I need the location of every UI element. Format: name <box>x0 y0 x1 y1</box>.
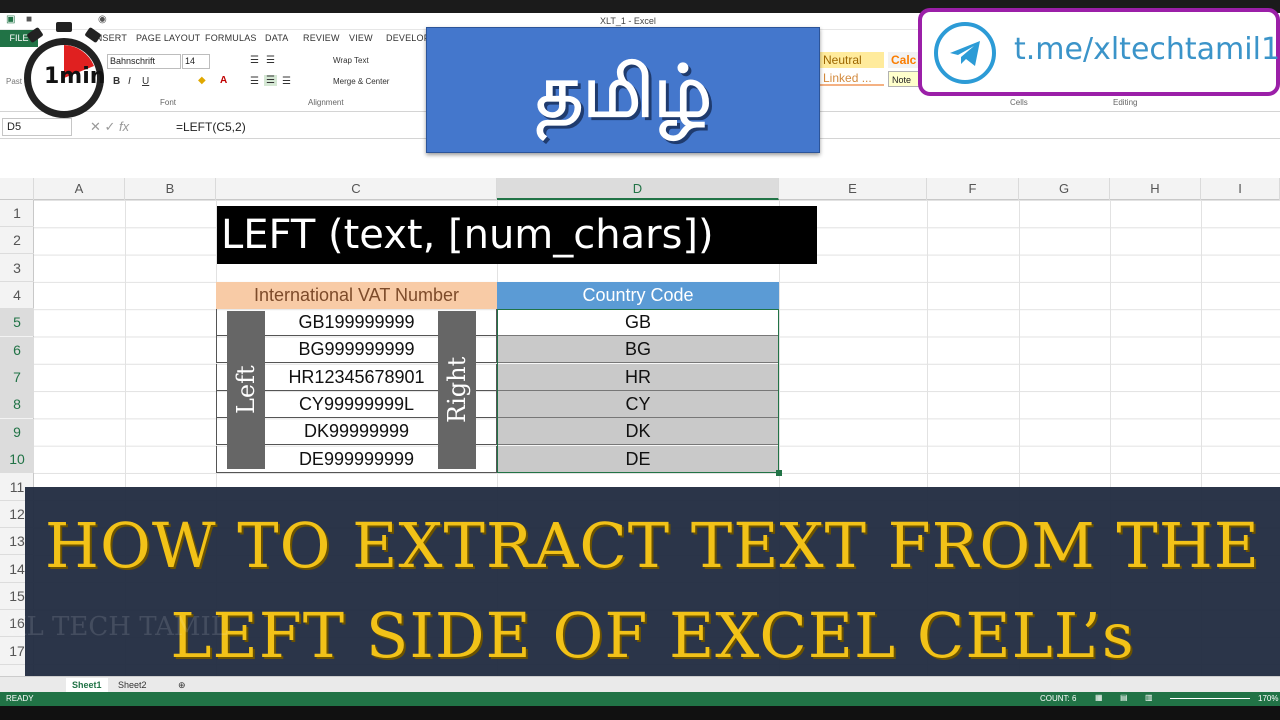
column-header-d[interactable]: D <box>497 178 779 200</box>
tab-data[interactable]: DATA <box>265 33 288 43</box>
cells-group-label: Cells <box>1010 98 1028 107</box>
column-header-i[interactable]: I <box>1201 178 1280 200</box>
style-note[interactable]: Note <box>888 71 920 87</box>
align-middle-icon[interactable]: ☰ <box>266 55 275 66</box>
vat-number-header[interactable]: International VAT Number <box>216 282 497 309</box>
telegram-icon <box>934 22 996 84</box>
italic-button[interactable]: I <box>128 76 131 87</box>
selection-outline <box>497 309 779 473</box>
font-size-select[interactable]: 14 <box>182 54 210 69</box>
tab-formulas[interactable]: FORMULAS <box>205 33 257 43</box>
align-top-icon[interactable]: ☰ <box>250 55 259 66</box>
tamil-badge: தமிழ் <box>426 27 820 153</box>
status-ready: READY <box>6 694 34 703</box>
channel-watermark: XL TECH TAMIL <box>8 612 229 642</box>
column-header-f[interactable]: F <box>927 178 1019 200</box>
status-count: COUNT: 6 <box>1040 694 1077 703</box>
title-line-1: HOW TO EXTRACT TEXT FROM THE <box>44 509 1261 582</box>
row-header-1[interactable]: 1 <box>0 200 34 227</box>
font-name-select[interactable]: Bahnschrift <box>107 54 181 69</box>
row-header-2[interactable]: 2 <box>0 227 34 254</box>
status-bar: READY COUNT: 6 ▦ ▤ ▥ 170% <box>0 692 1280 706</box>
column-header-c[interactable]: C <box>216 178 497 200</box>
select-all-corner[interactable] <box>0 178 34 200</box>
timer-label: 1min <box>44 64 106 89</box>
page-layout-view-icon[interactable]: ▤ <box>1120 693 1128 702</box>
tab-page-layout[interactable]: PAGE LAYOUT <box>136 33 200 43</box>
bold-button[interactable]: B <box>113 76 120 87</box>
style-calc[interactable]: Calc <box>888 52 920 68</box>
row-header-5[interactable]: 5 <box>0 309 34 336</box>
font-color-icon[interactable]: A <box>220 75 227 86</box>
window-title: XLT_1 - Excel <box>600 16 656 26</box>
wrap-text-button[interactable]: Wrap Text <box>333 56 369 65</box>
column-header-e[interactable]: E <box>779 178 927 200</box>
align-center-icon[interactable]: ☰ <box>264 75 277 86</box>
row-header-4[interactable]: 4 <box>0 282 34 309</box>
style-neutral[interactable]: Neutral <box>820 52 884 68</box>
row-header-8[interactable]: 8 <box>0 391 34 418</box>
column-header-a[interactable]: A <box>34 178 125 200</box>
telegram-badge[interactable]: t.me/xltechtamil1 <box>918 8 1280 96</box>
column-header-h[interactable]: H <box>1110 178 1201 200</box>
fill-color-icon[interactable]: ◆ <box>198 75 206 86</box>
telegram-link[interactable]: t.me/xltechtamil1 <box>1014 32 1280 67</box>
zoom-slider[interactable] <box>1170 698 1250 699</box>
tamil-text: தமிழ் <box>536 48 712 133</box>
sheet-tab-1[interactable]: Sheet1 <box>66 678 108 692</box>
formula-input[interactable]: =LEFT(C5,2) <box>176 120 246 134</box>
row-header-9[interactable]: 9 <box>0 419 34 446</box>
fill-handle[interactable] <box>776 470 782 476</box>
row-header-7[interactable]: 7 <box>0 364 34 391</box>
column-header-g[interactable]: G <box>1019 178 1110 200</box>
tab-review[interactable]: REVIEW <box>303 33 340 43</box>
column-header-b[interactable]: B <box>125 178 216 200</box>
row-header-10[interactable]: 10 <box>0 446 34 473</box>
excel-logo-icon: ▣ <box>6 14 16 25</box>
align-right-icon[interactable]: ☰ <box>282 76 291 87</box>
right-label: Right <box>438 311 476 469</box>
underline-button[interactable]: U <box>142 76 149 87</box>
alignment-group-label: Alignment <box>308 98 344 107</box>
align-left-icon[interactable]: ☰ <box>250 76 259 87</box>
style-linked[interactable]: Linked ... <box>820 70 884 86</box>
merge-center-button[interactable]: Merge & Center <box>333 77 389 86</box>
zoom-level[interactable]: 170% <box>1258 694 1278 703</box>
sheet-tab-2[interactable]: Sheet2 <box>112 678 153 692</box>
tab-view[interactable]: VIEW <box>349 33 373 43</box>
font-group-label: Font <box>160 98 177 107</box>
page-break-view-icon[interactable]: ▥ <box>1145 693 1153 702</box>
row-header-6[interactable]: 6 <box>0 337 34 364</box>
editing-group-label: Editing <box>1113 98 1138 107</box>
column-headers: A B C D E F G H I <box>0 178 1280 200</box>
window-bottom-bar <box>0 706 1280 720</box>
sheet-tabs-bar: Sheet1 Sheet2 ⊕ <box>0 676 1280 692</box>
syntax-banner: LEFT (text, [num_chars]) <box>217 206 817 264</box>
normal-view-icon[interactable]: ▦ <box>1095 693 1103 702</box>
left-label: Left <box>227 311 265 469</box>
row-header-3[interactable]: 3 <box>0 255 34 282</box>
video-title-overlay: HOW TO EXTRACT TEXT FROM THE LEFT SIDE O… <box>25 487 1280 692</box>
country-code-header[interactable]: Country Code <box>497 282 779 309</box>
add-sheet-icon[interactable]: ⊕ <box>172 678 192 692</box>
